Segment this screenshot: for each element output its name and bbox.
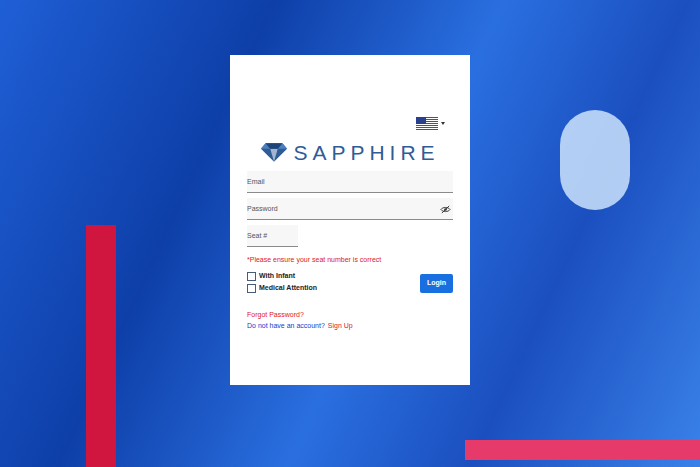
field-placeholder: Seat # xyxy=(247,232,267,240)
language-select[interactable] xyxy=(416,117,445,130)
input-field[interactable]: Password xyxy=(247,198,453,220)
signup-link[interactable]: Sign Up xyxy=(328,322,353,330)
signup-prompt: Do not have an account? xyxy=(247,322,325,330)
diamond-logo-icon xyxy=(260,142,288,163)
field-placeholder: Email xyxy=(247,178,265,186)
input-field[interactable]: Email xyxy=(247,171,453,193)
login-button[interactable]: Login xyxy=(420,274,453,292)
seat-notice: *Please ensure your seat number is corre… xyxy=(247,256,453,264)
background-strip xyxy=(86,225,116,467)
field-placeholder: Password xyxy=(247,205,278,213)
signup-row: Do not have an account?Sign Up xyxy=(247,322,453,330)
login-page: SAPPHIRE Email Password Seat # *Please ensur… xyxy=(0,0,700,467)
checkbox-option[interactable]: Medical Attention xyxy=(247,284,317,293)
eye-off-icon[interactable] xyxy=(440,205,451,214)
checkbox-option[interactable]: With Infant xyxy=(247,272,317,281)
background-strip xyxy=(465,440,700,460)
forgot-password-link[interactable]: Forgot Password? xyxy=(247,311,453,319)
sapphire-logo: SAPPHIRE xyxy=(247,140,453,165)
background-window xyxy=(560,110,630,210)
checkbox-label: With Infant xyxy=(259,272,295,280)
input-field[interactable]: Seat # xyxy=(247,225,298,247)
us-flag-icon xyxy=(416,117,438,130)
dropdown-caret-icon xyxy=(441,122,445,125)
checkbox[interactable] xyxy=(247,284,256,293)
checkbox[interactable] xyxy=(247,272,256,281)
checkbox-label: Medical Attention xyxy=(259,284,317,292)
logo-text: SAPPHIRE xyxy=(293,140,439,165)
login-card: SAPPHIRE Email Password Seat # *Please ensur… xyxy=(230,55,470,385)
